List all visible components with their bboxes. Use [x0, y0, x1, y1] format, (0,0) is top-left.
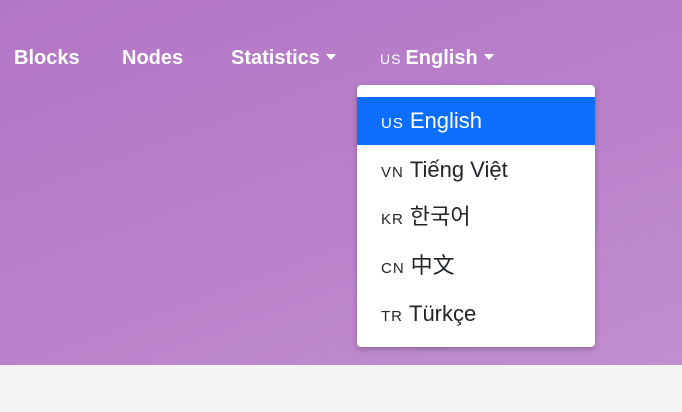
flag-kr-icon: kr [381, 211, 404, 228]
nav-nodes-label: Nodes [122, 47, 184, 69]
flag-tr-icon: tr [381, 308, 403, 325]
caret-down-icon [483, 53, 494, 60]
language-option-label: 中文 [410, 253, 455, 278]
nav-blocks-label: Blocks [14, 47, 80, 69]
language-option-label: English [409, 108, 482, 133]
nav-statistics-label: Statistics [231, 47, 320, 69]
nav-language-label: English [405, 47, 478, 69]
content-area [0, 365, 682, 412]
nav-nodes[interactable]: Nodes [122, 44, 183, 72]
language-option-korean[interactable]: kr 한국어 [357, 193, 595, 241]
nav-statistics-dropdown[interactable]: Statistics [231, 44, 336, 72]
nav-language-dropdown[interactable]: us English [380, 44, 494, 73]
language-option-vietnamese[interactable]: vn Tiếng Việt [357, 146, 595, 194]
nav-blocks[interactable]: Blocks [14, 44, 80, 72]
language-option-label: Tiếng Việt [409, 157, 508, 182]
flag-vn-icon: vn [381, 164, 404, 181]
caret-down-icon [325, 53, 336, 60]
language-option-chinese[interactable]: cn 中文 [357, 242, 595, 290]
language-option-label: 한국어 [409, 204, 471, 229]
language-option-turkish[interactable]: tr Türkçe [357, 290, 595, 338]
flag-us-icon: us [380, 51, 402, 67]
flag-cn-icon: cn [381, 260, 405, 277]
top-navbar: Blocks Nodes Statistics us English [0, 36, 682, 80]
flag-us-icon: us [381, 115, 404, 132]
language-dropdown-menu: us English vn Tiếng Việt kr 한국어 cn 中文 tr Türk… [357, 85, 595, 347]
language-option-label: Türkçe [409, 301, 477, 326]
language-option-english[interactable]: us English [357, 97, 595, 145]
